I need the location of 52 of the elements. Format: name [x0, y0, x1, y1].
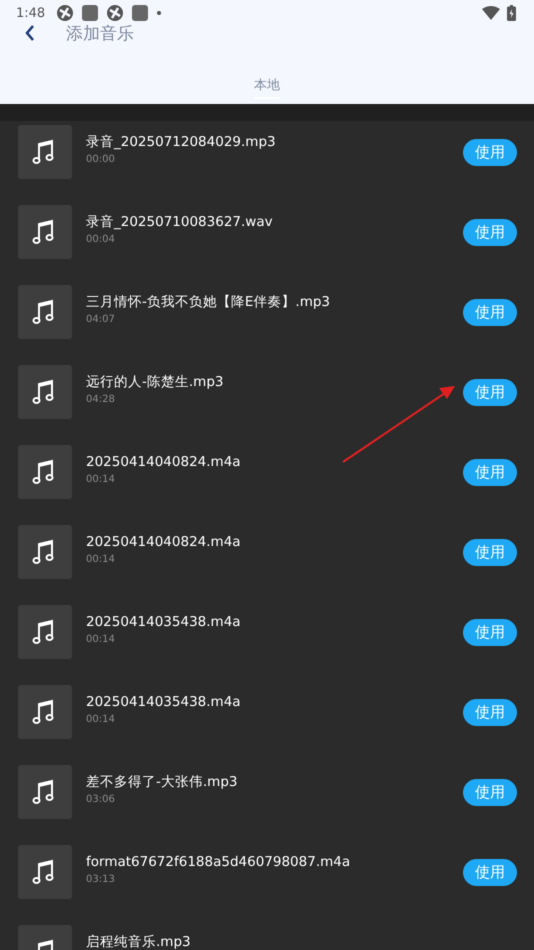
track-name: 20250414035438.m4a [86, 693, 242, 711]
notification-icon [56, 4, 74, 22]
use-button[interactable]: 使用 [463, 139, 517, 166]
notification-icon [106, 4, 124, 22]
use-button[interactable]: 使用 [463, 619, 517, 646]
track-name: 启程纯音乐.mp3 [86, 933, 192, 950]
music-note-icon [18, 285, 72, 339]
use-button[interactable]: 使用 [463, 219, 517, 246]
music-note-icon [18, 205, 72, 259]
track-duration: 03:06 [86, 794, 116, 805]
app-icon [131, 4, 150, 22]
use-button[interactable]: 使用 [463, 299, 517, 326]
app-icon [81, 4, 100, 22]
track-name: 20250414040824.m4a [86, 533, 242, 551]
track-duration: 00:14 [86, 474, 116, 485]
wifi-icon [482, 6, 500, 20]
use-button[interactable]: 使用 [463, 539, 517, 566]
use-button[interactable]: 使用 [463, 699, 517, 726]
track-duration: 00:14 [86, 634, 116, 645]
track-name: 20250414035438.m4a [86, 613, 242, 631]
track-name: 录音_20250710083627.wav [86, 213, 274, 231]
music-note-icon [18, 605, 72, 659]
track-name: 差不多得了-大张伟.mp3 [86, 773, 238, 791]
track-name: 三月情怀-负我不负她【降E伴奏】.mp3 [86, 293, 332, 311]
use-button[interactable]: 使用 [463, 379, 517, 406]
page-title: 添加音乐 [66, 22, 134, 44]
track-duration: 00:14 [86, 714, 116, 725]
music-note-icon [18, 525, 72, 579]
track-duration: 03:13 [86, 874, 116, 885]
music-note-icon [18, 365, 72, 419]
track-name: 录音_20250712084029.mp3 [86, 133, 277, 151]
status-time: 1:48 [16, 6, 46, 20]
track-duration: 00:14 [86, 554, 116, 565]
track-duration: 04:07 [86, 314, 116, 325]
music-note-icon [18, 845, 72, 899]
track-duration: 04:28 [86, 394, 116, 405]
music-note-icon [18, 685, 72, 739]
track-duration: 00:00 [86, 154, 116, 165]
use-button[interactable]: 使用 [463, 859, 517, 886]
track-name: format67672f6188a5d460798087.m4a [86, 853, 352, 871]
track-name: 远行的人-陈楚生.mp3 [86, 373, 224, 391]
use-button[interactable]: 使用 [463, 779, 517, 806]
track-name: 20250414040824.m4a [86, 453, 242, 471]
music-note-icon [18, 125, 72, 179]
music-note-icon [18, 765, 72, 819]
use-button[interactable]: 使用 [463, 459, 517, 486]
music-note-icon [18, 445, 72, 499]
tab[interactable]: 本地 [254, 76, 280, 99]
back-icon[interactable] [24, 24, 36, 42]
battery-icon [507, 5, 516, 21]
dot-icon [156, 10, 162, 16]
track-duration: 00:04 [86, 234, 116, 245]
